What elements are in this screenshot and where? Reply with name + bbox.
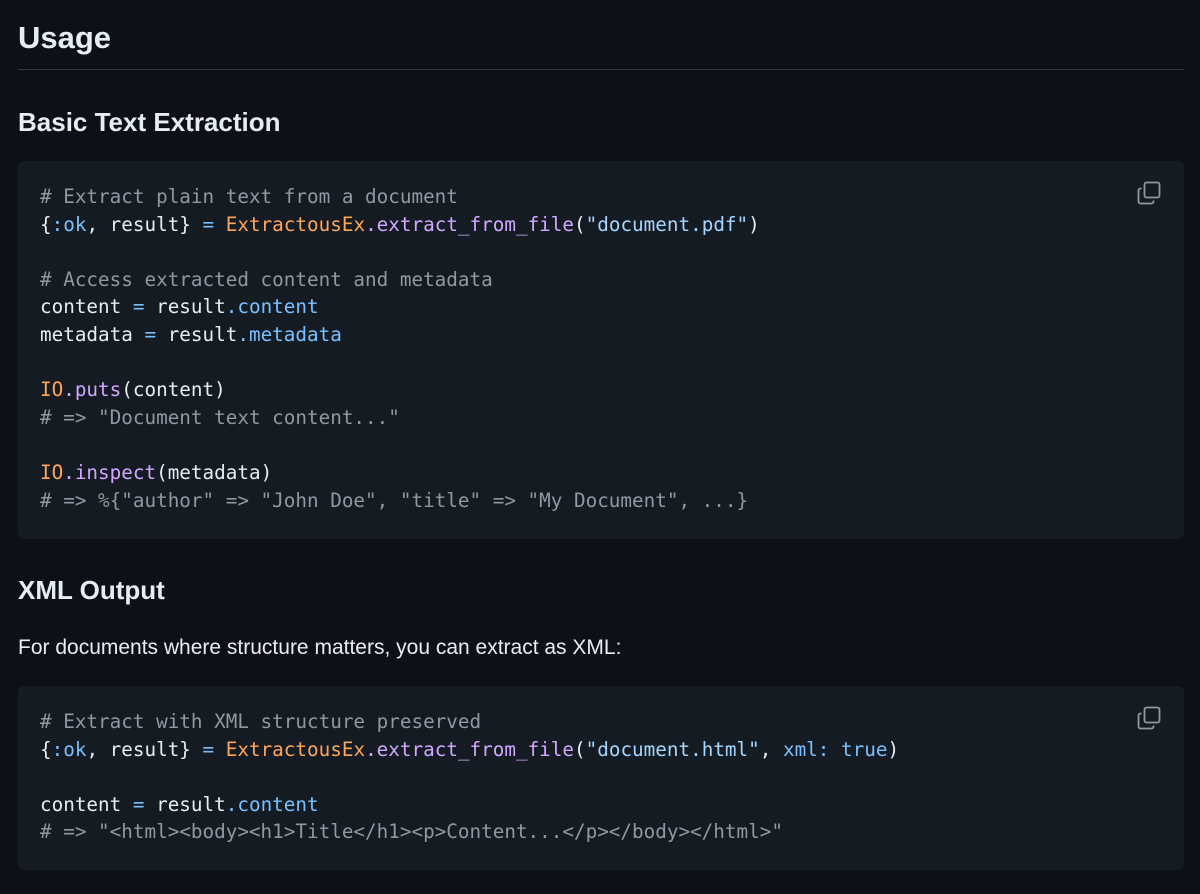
- xml-code-block: # Extract with XML structure preserved {…: [18, 686, 1184, 870]
- usage-heading: Usage: [18, 0, 1184, 70]
- xml-output-heading: XML Output: [18, 575, 165, 605]
- basic-code: # Extract plain text from a document {:o…: [40, 183, 760, 514]
- code-operator: =: [202, 737, 215, 761]
- code-variable: content: [40, 295, 122, 319]
- code-field: .content: [225, 792, 319, 816]
- code-function: .extract_from_file: [365, 737, 575, 761]
- code-token: , result}: [86, 212, 191, 236]
- copy-icon: [1137, 181, 1161, 205]
- code-module: ExtractousEx: [225, 737, 366, 761]
- code-module: IO: [40, 378, 64, 402]
- code-token: ): [887, 737, 900, 761]
- code-operator: =: [132, 792, 145, 816]
- code-operator: =: [144, 322, 157, 346]
- copy-icon: [1137, 706, 1161, 730]
- copy-button[interactable]: [1136, 705, 1162, 731]
- code-keyword: xml:: [782, 737, 830, 761]
- code-token: (content): [121, 378, 226, 402]
- code-variable: result: [156, 295, 226, 319]
- code-token: (: [574, 737, 586, 761]
- code-function: .inspect: [63, 460, 157, 484]
- code-token: ): [748, 212, 760, 236]
- code-comment: # Extract plain text from a document: [40, 185, 458, 208]
- code-variable: result: [167, 322, 238, 346]
- code-operator: =: [202, 212, 215, 236]
- basic-code-block: # Extract plain text from a document {:o…: [18, 161, 1184, 539]
- code-function: .extract_from_file: [365, 212, 575, 236]
- code-token: {: [40, 212, 52, 236]
- code-token: (metadata): [156, 460, 273, 484]
- code-string: "document.html": [585, 737, 760, 761]
- code-field: .content: [225, 295, 319, 319]
- code-comment: # => "Document text content...": [40, 405, 400, 429]
- code-token: ,: [759, 737, 783, 761]
- xml-description: For documents where structure matters, y…: [18, 636, 622, 659]
- code-module: ExtractousEx: [225, 212, 366, 236]
- xml-code: # Extract with XML structure preserved {…: [40, 708, 899, 846]
- readme-content: Usage Basic Text Extraction # Extract pl…: [18, 0, 1184, 870]
- basic-text-extraction-heading: Basic Text Extraction: [18, 107, 281, 137]
- code-field: .metadata: [237, 322, 342, 346]
- code-variable: content: [40, 792, 122, 816]
- code-token: , result}: [86, 737, 191, 761]
- code-boolean: true: [841, 737, 888, 761]
- code-comment: # => "<html><body><h1>Title</h1><p>Conte…: [40, 820, 783, 844]
- code-atom: :ok: [51, 737, 87, 761]
- code-function: .puts: [63, 378, 122, 402]
- code-string: "document.pdf": [585, 212, 749, 236]
- code-atom: :ok: [51, 212, 87, 236]
- code-comment: # => %{"author" => "John Doe", "title" =…: [40, 488, 749, 512]
- copy-button[interactable]: [1136, 180, 1162, 206]
- code-module: IO: [40, 460, 64, 484]
- code-comment: # Extract with XML structure preserved: [40, 710, 482, 733]
- code-comment: # Access extracted content and metadata: [40, 267, 493, 291]
- code-token: {: [40, 737, 52, 761]
- code-token: (: [574, 212, 586, 236]
- code-operator: =: [132, 295, 145, 319]
- code-variable: metadata: [40, 322, 133, 346]
- code-variable: result: [156, 792, 226, 816]
